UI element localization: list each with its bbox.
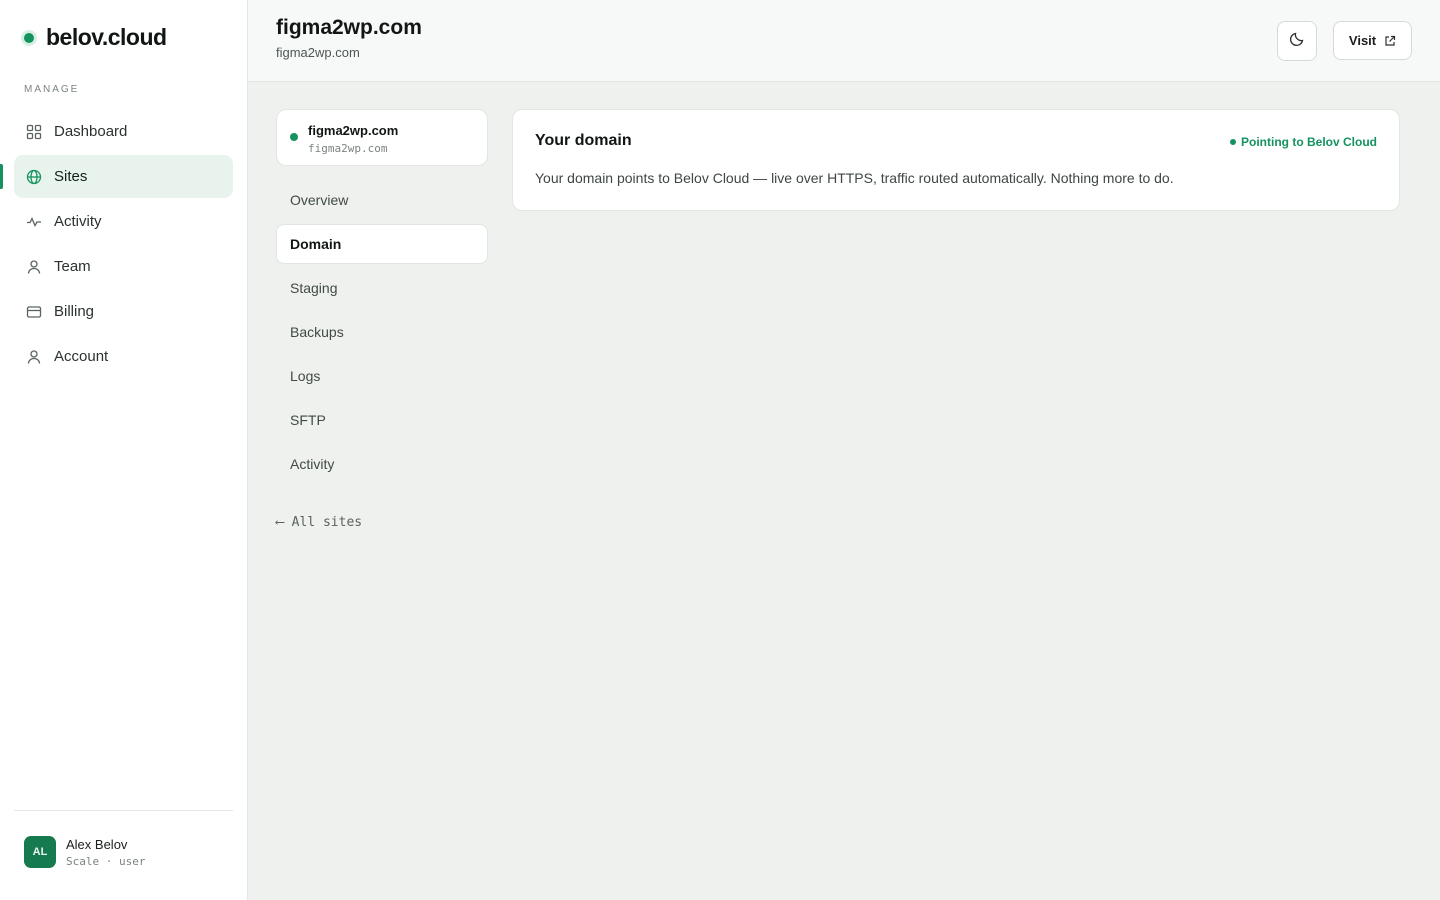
brand-dot-icon: [24, 32, 34, 43]
visit-button-label: Visit: [1348, 33, 1377, 48]
sidebar-item-label: Sites: [54, 168, 88, 185]
domain-description: Your domain points to Belov Cloud — live…: [535, 170, 1174, 186]
sidebar-item-label: Billing: [54, 303, 95, 320]
sidebar-item-sites[interactable]: Sites: [0, 155, 233, 198]
site-status-dot-icon: [290, 133, 298, 141]
user-profile[interactable]: AL Alex Belov Scale · user: [24, 836, 145, 868]
status-badge-label: Pointing to Belov Cloud: [1241, 135, 1377, 149]
moon-icon: [1289, 31, 1305, 52]
sidebar-item-account[interactable]: Account: [14, 335, 233, 378]
tab-sftp[interactable]: SFTP: [276, 400, 488, 440]
avatar: AL: [24, 836, 56, 868]
sidebar-divider: [14, 810, 233, 811]
tab-logs[interactable]: Logs: [276, 356, 488, 396]
page-title: figma2wp.com: [276, 16, 422, 39]
tab-overview[interactable]: Overview: [276, 180, 488, 220]
domain-card: Your domain Pointing to Belov Cloud Your…: [512, 109, 1400, 211]
page-header: figma2wp.com figma2wp.com Visit: [248, 0, 1440, 82]
site-subnav: Overview Domain Staging Backups Logs SFT…: [276, 180, 488, 488]
page-subtitle: figma2wp.com: [276, 45, 360, 60]
sidebar: belov.cloud MANAGE Dashboard Sites Activ…: [0, 0, 248, 900]
tab-backups[interactable]: Backups: [276, 312, 488, 352]
tab-domain[interactable]: Domain: [276, 224, 488, 264]
sidebar-nav: Dashboard Sites Activity Team Billing Ac…: [0, 110, 233, 380]
sidebar-item-team[interactable]: Team: [14, 245, 233, 288]
domain-card-title: Your domain: [535, 132, 632, 149]
sidebar-item-label: Dashboard: [54, 123, 128, 140]
brand-name: belov.cloud: [46, 24, 167, 50]
tab-activity[interactable]: Activity: [276, 444, 488, 484]
sidebar-item-label: Account: [54, 348, 109, 365]
sidebar-item-label: Team: [54, 258, 91, 275]
pulse-icon: [26, 214, 42, 230]
theme-toggle-button[interactable]: [1277, 21, 1317, 61]
person-icon: [26, 349, 42, 365]
sidebar-item-label: Activity: [54, 213, 102, 230]
sidebar-item-activity[interactable]: Activity: [14, 200, 233, 243]
sidebar-item-billing[interactable]: Billing: [14, 290, 233, 333]
visit-button[interactable]: Visit: [1333, 21, 1412, 60]
person-icon: [26, 259, 42, 275]
external-link-icon: [1384, 35, 1396, 47]
user-name: Alex Belov: [66, 836, 128, 852]
all-sites-link[interactable]: ⟵ All sites: [276, 515, 362, 530]
site-host: figma2wp.com: [308, 142, 388, 155]
status-dot-icon: [1230, 139, 1237, 145]
brand-logo[interactable]: belov.cloud: [24, 24, 167, 51]
site-name: figma2wp.com: [308, 123, 399, 138]
tab-staging[interactable]: Staging: [276, 268, 488, 308]
user-plan: Scale · user: [66, 854, 146, 868]
card-icon: [26, 304, 42, 320]
grid-icon: [26, 124, 42, 140]
globe-icon: [26, 169, 42, 185]
sidebar-item-dashboard[interactable]: Dashboard: [14, 110, 233, 153]
status-badge: Pointing to Belov Cloud: [1230, 135, 1377, 149]
section-label-manage: MANAGE: [24, 84, 80, 95]
site-card[interactable]: figma2wp.com figma2wp.com: [276, 109, 488, 166]
